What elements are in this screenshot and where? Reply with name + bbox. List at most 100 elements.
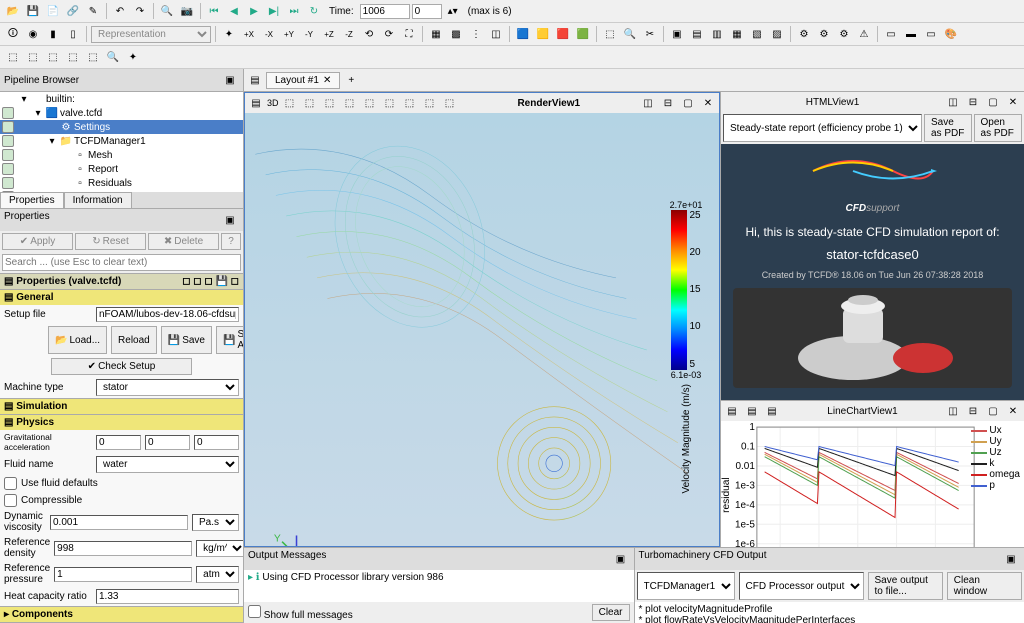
layout1-icon[interactable]: ▭	[882, 25, 900, 43]
open-icon[interactable]: 📂	[4, 2, 22, 20]
axes-icon[interactable]: ✦	[220, 25, 238, 43]
rv-btn9-icon[interactable]: ⬚	[421, 94, 439, 112]
expand-icon[interactable]: ▾	[32, 108, 44, 119]
cube1-icon[interactable]: ▣	[668, 25, 686, 43]
rv-btn10-icon[interactable]: ⬚	[441, 94, 459, 112]
scope-icon[interactable]: 🔍	[158, 2, 176, 20]
open-pdf-button[interactable]: Open as PDF	[974, 114, 1022, 142]
cv-max-icon[interactable]: ▢	[984, 402, 1002, 420]
residuals-chart[interactable]: 1e-71e-61e-51e-41e-30.010.11450050005500…	[721, 421, 1024, 547]
cube2-icon[interactable]: ▤	[688, 25, 706, 43]
cv-btn2-icon[interactable]: ▤	[743, 402, 761, 420]
rv-close-icon[interactable]: ✕	[699, 94, 717, 112]
cube5-icon[interactable]: ▧	[748, 25, 766, 43]
tcfd-manager-select[interactable]: TCFDManager1	[637, 572, 735, 600]
grav-z-input[interactable]	[194, 435, 239, 450]
sphere-icon[interactable]: ◉	[24, 25, 42, 43]
step-up-icon[interactable]: ▴▾	[444, 2, 462, 20]
bar2-icon[interactable]: ▯	[64, 25, 82, 43]
rotn90-icon[interactable]: ⟳	[380, 25, 398, 43]
report-select[interactable]: Steady-state report (efficiency probe 1)	[723, 114, 922, 142]
save-pdf-button[interactable]: Save as PDF	[924, 114, 972, 142]
zplus-icon[interactable]: +Z	[320, 25, 338, 43]
rv-btn3-icon[interactable]: ⬚	[301, 94, 319, 112]
cv-btn3-icon[interactable]: ▤	[763, 402, 781, 420]
cube3-icon[interactable]: ▥	[708, 25, 726, 43]
tree-item[interactable]: ⚙Settings	[0, 120, 243, 134]
rv-max-icon[interactable]: ▢	[679, 94, 697, 112]
doc-icon[interactable]: 📄	[44, 2, 62, 20]
xminus-icon[interactable]: -X	[260, 25, 278, 43]
grav-y-input[interactable]	[145, 435, 190, 450]
filter3-icon[interactable]: 🟥	[554, 25, 572, 43]
rv-btn4-icon[interactable]: ⬚	[321, 94, 339, 112]
cfd-processor-select[interactable]: CFD Processor output	[739, 572, 864, 600]
rv-btn6-icon[interactable]: ⬚	[361, 94, 379, 112]
pick5-icon[interactable]: ⬚	[84, 48, 102, 66]
visibility-toggle-icon[interactable]	[2, 149, 14, 161]
cv-split-h-icon[interactable]: ◫	[944, 402, 962, 420]
reload-button[interactable]: Reload	[111, 326, 157, 354]
properties-panel[interactable]: ▤ Properties (valve.tcfd) ◻ ◻ ◻ 💾 ◻ ▤ Ge…	[0, 273, 243, 623]
cube4-icon[interactable]: ▦	[728, 25, 746, 43]
output-dock-icon[interactable]: ▣	[612, 550, 630, 568]
surf-icon[interactable]: ▦	[427, 25, 445, 43]
tree-item[interactable]: ▾📁TCFDManager1	[0, 134, 243, 148]
dyn-visc-input[interactable]	[50, 515, 188, 530]
first-icon[interactable]: ⏮	[205, 2, 223, 20]
info-icon[interactable]: 🛈	[4, 25, 22, 43]
check-setup-button[interactable]: ✔Check Setup	[51, 358, 192, 375]
tab-information[interactable]: Information	[64, 192, 132, 208]
compressible-checkbox[interactable]	[4, 494, 17, 507]
show-full-checkbox[interactable]	[248, 605, 261, 618]
gear3-icon[interactable]: ⚙	[835, 25, 853, 43]
gear2-icon[interactable]: ⚙	[815, 25, 833, 43]
tree-item[interactable]: ▫Report	[0, 162, 243, 176]
hv-close-icon[interactable]: ✕	[1004, 93, 1022, 111]
visibility-toggle-icon[interactable]	[2, 163, 14, 175]
ref-density-input[interactable]	[54, 541, 192, 556]
visibility-toggle-icon[interactable]	[2, 107, 14, 119]
rv-split-v-icon[interactable]: ⊟	[659, 94, 677, 112]
filter2-icon[interactable]: 🟨	[534, 25, 552, 43]
clip-icon[interactable]: ✂	[641, 25, 659, 43]
yplus-icon[interactable]: +Y	[280, 25, 298, 43]
rv-btn5-icon[interactable]: ⬚	[341, 94, 359, 112]
section-general[interactable]: ▤ General	[0, 289, 243, 305]
saveas-button[interactable]: 💾Save As...	[216, 326, 243, 354]
vol-icon[interactable]: ◫	[487, 25, 505, 43]
save-button[interactable]: 💾Save	[161, 326, 212, 354]
turbo-dock-icon[interactable]: ▣	[1002, 550, 1020, 568]
use-fluid-defaults-checkbox[interactable]	[4, 477, 17, 490]
rv-btn1-icon[interactable]: ▤	[247, 94, 265, 112]
add-layout-icon[interactable]: +	[342, 71, 360, 89]
pipeline-close-icon[interactable]: ▣	[221, 71, 239, 89]
search-input[interactable]	[2, 254, 241, 271]
warn-icon[interactable]: ⚠	[855, 25, 873, 43]
grav-x-input[interactable]	[96, 435, 141, 450]
apply-button[interactable]: ✔Apply	[2, 233, 73, 250]
bar-icon[interactable]: ▮	[44, 25, 62, 43]
turbo-output-body[interactable]: * plot velocityMagnitudeProfile* plot fl…	[635, 602, 1024, 623]
visibility-toggle-icon[interactable]	[2, 135, 14, 147]
html-report-content[interactable]: CFDsupport Hi, this is steady-state CFD …	[721, 144, 1024, 400]
edit-icon[interactable]: ✎	[84, 2, 102, 20]
link-icon[interactable]: 🔗	[64, 2, 82, 20]
tree-item[interactable]: ▾🟦valve.tcfd	[0, 106, 243, 120]
rv-btn2-icon[interactable]: ⬚	[281, 94, 299, 112]
redo-icon[interactable]: ↷	[131, 2, 149, 20]
tree-item[interactable]: ▾builtin:	[0, 92, 243, 106]
camera-icon[interactable]: 📷	[178, 2, 196, 20]
render-canvas[interactable]: X Y 2.7e+01 25 20	[245, 113, 719, 546]
ref-pressure-unit-select[interactable]: atm	[196, 566, 239, 583]
section-simulation[interactable]: ▤ Simulation	[0, 398, 243, 414]
tab-properties[interactable]: Properties	[0, 192, 64, 208]
hv-split-v-icon[interactable]: ⊟	[964, 93, 982, 111]
pick7-icon[interactable]: ✦	[124, 48, 142, 66]
pick4-icon[interactable]: ⬚	[64, 48, 82, 66]
undo-icon[interactable]: ↶	[111, 2, 129, 20]
setup-file-input[interactable]	[96, 307, 239, 322]
rot90-icon[interactable]: ⟲	[360, 25, 378, 43]
rv-split-h-icon[interactable]: ◫	[639, 94, 657, 112]
next-icon[interactable]: ▶|	[265, 2, 283, 20]
